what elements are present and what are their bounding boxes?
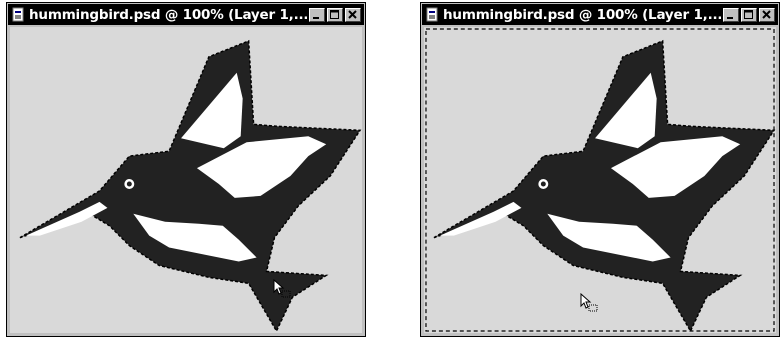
hummingbird-image — [425, 28, 776, 333]
image-canvas[interactable] — [10, 27, 362, 333]
document-window-left[interactable]: hummingbird.psd @ 100% (Layer 1,... — [6, 2, 366, 337]
minimize-button[interactable] — [309, 7, 325, 22]
close-icon — [348, 9, 357, 19]
maximize-icon — [330, 9, 339, 19]
document-icon — [426, 7, 438, 22]
window-title: hummingbird.psd @ 100% (Layer 1,... — [443, 6, 721, 23]
maximize-button[interactable] — [327, 7, 343, 22]
document-window-right[interactable]: hummingbird.psd @ 100% (Layer 1,... — [420, 2, 780, 337]
minimize-icon — [727, 16, 733, 19]
close-icon — [762, 9, 771, 19]
title-bar[interactable]: hummingbird.psd @ 100% (Layer 1,... — [8, 4, 364, 25]
maximize-icon — [744, 9, 753, 19]
close-button[interactable] — [345, 7, 361, 22]
window-title: hummingbird.psd @ 100% (Layer 1,... — [29, 6, 307, 23]
maximize-button[interactable] — [741, 7, 757, 22]
close-button[interactable] — [759, 7, 775, 22]
image-canvas[interactable] — [424, 27, 776, 333]
move-selection-cursor — [273, 279, 291, 298]
hummingbird-image — [19, 39, 362, 333]
document-icon — [12, 7, 24, 22]
minimize-button[interactable] — [723, 7, 739, 22]
minimize-icon — [313, 16, 319, 19]
title-bar[interactable]: hummingbird.psd @ 100% (Layer 1,... — [422, 4, 778, 25]
move-selection-cursor — [580, 293, 598, 312]
